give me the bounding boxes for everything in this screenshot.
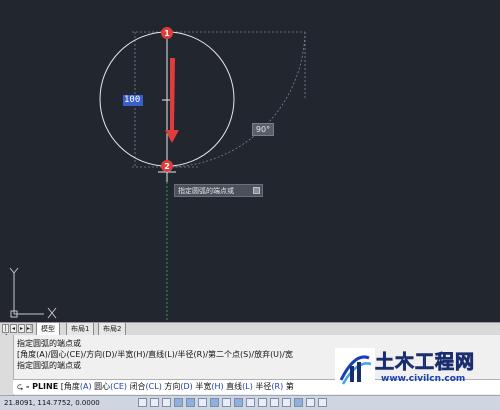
tooltip-text: 指定圆弧的端点或 bbox=[178, 187, 234, 195]
drawing-canvas[interactable]: 1 2 bbox=[0, 0, 500, 322]
ortho-mode-icon[interactable] bbox=[162, 398, 171, 407]
object-snap-tracking-icon[interactable] bbox=[210, 398, 219, 407]
command-option-key[interactable]: (H) bbox=[211, 382, 223, 391]
grip-2-label: 2 bbox=[164, 162, 170, 171]
command-option: [角度 bbox=[60, 382, 80, 391]
command-option: 直线 bbox=[223, 382, 243, 391]
tab-prev-icon[interactable]: ◂ bbox=[10, 324, 17, 333]
tab-layout2[interactable]: 布局2 bbox=[98, 323, 127, 335]
tab-next-icon[interactable]: ▸ bbox=[18, 324, 25, 333]
3d-object-snap-icon[interactable] bbox=[198, 398, 207, 407]
layout-view-icon[interactable] bbox=[318, 398, 327, 407]
command-option-key[interactable]: (CE) bbox=[110, 382, 127, 391]
status-bar: 21.8091, 114.7752, 0.0000 bbox=[0, 395, 500, 410]
watermark-url: www.civilcn.com bbox=[381, 374, 466, 384]
grip-1-label: 1 bbox=[164, 29, 170, 38]
annotation-monitor-icon[interactable] bbox=[294, 398, 303, 407]
snap-mode-icon[interactable] bbox=[138, 398, 147, 407]
command-prompt-icon: ⮎ bbox=[17, 382, 24, 391]
tab-last-icon[interactable]: ▸| bbox=[26, 324, 33, 333]
command-option: 圆心 bbox=[91, 382, 111, 391]
quick-properties-icon[interactable] bbox=[270, 398, 279, 407]
watermark-title: 土木工程网 bbox=[375, 351, 476, 374]
command-window-grip[interactable] bbox=[0, 335, 14, 395]
tooltip-dropdown-icon[interactable] bbox=[253, 187, 260, 194]
tab-first-icon[interactable]: |◂ bbox=[2, 324, 9, 336]
model-space-icon[interactable] bbox=[306, 398, 315, 407]
command-option-key[interactable]: (L) bbox=[242, 382, 253, 391]
dynamic-input-icon[interactable] bbox=[234, 398, 243, 407]
site-watermark: 土木工程网 www.civilcn.com bbox=[333, 346, 500, 394]
dynamic-input-field[interactable]: 100 bbox=[123, 95, 143, 106]
angle-dimension-label: 90° bbox=[252, 123, 274, 136]
transparency-icon[interactable] bbox=[258, 398, 267, 407]
command-option: 第 bbox=[283, 382, 294, 391]
arc-preview-dashed bbox=[166, 31, 306, 168]
coordinate-readout: 21.8091, 114.7752, 0.0000 bbox=[4, 399, 100, 407]
grid-display-icon[interactable] bbox=[150, 398, 159, 407]
tab-model[interactable]: 模型 bbox=[36, 323, 60, 335]
command-option-key[interactable]: (A) bbox=[80, 382, 92, 391]
lineweight-icon[interactable] bbox=[246, 398, 255, 407]
command-option: 方向 bbox=[161, 382, 181, 391]
command-history-line: [角度(A)/圆心(CE)/方向(D)/半宽(H)/直线(L)/半径(R)/第二… bbox=[17, 350, 293, 359]
ucs-icon bbox=[9, 267, 57, 319]
command-name: - PLINE bbox=[25, 382, 59, 391]
command-option: 半宽 bbox=[192, 382, 212, 391]
command-history-line: 指定圆弧的端点或 bbox=[17, 361, 81, 370]
layout-tabs-bar: |◂ ◂ ▸ ▸| 模型 布局1 布局2 bbox=[0, 322, 500, 336]
command-option: 半径 bbox=[252, 382, 272, 391]
polar-tracking-icon[interactable] bbox=[174, 398, 183, 407]
command-option: 闭合 bbox=[127, 382, 146, 391]
object-snap-icon[interactable] bbox=[186, 398, 195, 407]
command-history-line: 指定圆弧的端点或 bbox=[17, 339, 81, 348]
selection-cycling-icon[interactable] bbox=[282, 398, 291, 407]
dynamic-prompt-tooltip: 指定圆弧的端点或 bbox=[174, 184, 263, 197]
command-option-key[interactable]: (D) bbox=[180, 382, 192, 391]
command-option-key[interactable]: (R) bbox=[271, 382, 283, 391]
civilcn-logo-icon bbox=[335, 348, 375, 388]
dynamic-ucs-icon[interactable] bbox=[222, 398, 231, 407]
tab-layout1[interactable]: 布局1 bbox=[66, 323, 95, 335]
command-option-key[interactable]: (CL) bbox=[146, 382, 162, 391]
